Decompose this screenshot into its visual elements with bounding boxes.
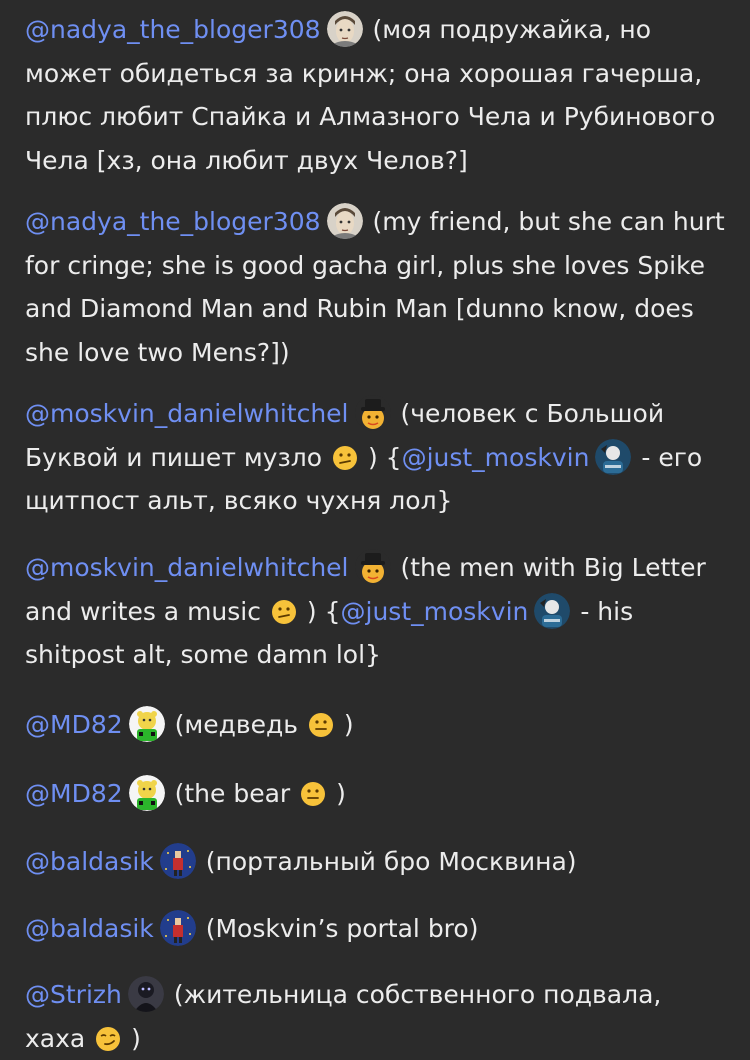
user-mention[interactable]: @nadya_the_bloger308 <box>25 207 321 236</box>
punctuation: ) <box>343 710 354 739</box>
mention-description: (медведь <box>174 710 299 739</box>
list-item: @nadya_the_bloger308 (моя подружайка, но… <box>25 8 725 182</box>
list-item: @baldasik (портальный бро Москвина) <box>25 840 725 884</box>
neutral-face-icon <box>300 781 326 807</box>
blue-portal-avatar-icon[interactable] <box>160 910 196 946</box>
punctuation: ) <box>336 779 346 808</box>
dark-character-avatar-icon[interactable] <box>534 593 570 629</box>
user-mention[interactable]: @nadya_the_bloger308 <box>25 15 321 44</box>
hat-character-avatar-icon[interactable] <box>355 395 391 431</box>
green-bear-avatar-icon[interactable] <box>129 775 165 811</box>
list-item: @moskvin_danielwhitchel (the men with Bi… <box>25 546 725 677</box>
list-item: @MD82 (медведь ) <box>25 703 725 747</box>
user-mention[interactable]: @baldasik <box>25 847 154 876</box>
mention-description: (Moskvin’s portal bro) <box>205 914 479 943</box>
list-item: @moskvin_danielwhitchel (человек с Больш… <box>25 392 725 523</box>
mention-description: (the bear <box>174 779 291 808</box>
user-mention[interactable]: @just_moskvin <box>402 443 590 472</box>
mention-description: (портальный бро Москвина) <box>205 847 577 876</box>
user-mention[interactable]: @Strizh <box>25 980 122 1009</box>
hat-character-avatar-icon[interactable] <box>355 549 391 585</box>
user-mention[interactable]: @MD82 <box>25 779 123 808</box>
punctuation: ) { <box>367 442 402 472</box>
confused-face-icon <box>271 599 297 625</box>
blue-portal-avatar-icon[interactable] <box>160 843 196 879</box>
smirking-face-icon <box>95 1026 121 1052</box>
punctuation: ) { <box>306 596 341 626</box>
list-item: @MD82 (the bear ) <box>25 772 725 816</box>
user-mention[interactable]: @MD82 <box>25 710 123 739</box>
list-item: @nadya_the_bloger308 (my friend, but she… <box>25 200 725 374</box>
green-bear-avatar-icon[interactable] <box>129 706 165 742</box>
dark-figure-avatar-icon[interactable] <box>128 976 164 1012</box>
neutral-face-icon <box>308 712 334 738</box>
dark-character-avatar-icon[interactable] <box>595 439 631 475</box>
portrait-avatar-icon[interactable] <box>327 203 363 239</box>
punctuation: ) <box>131 1023 141 1053</box>
user-mention[interactable]: @just_moskvin <box>341 597 529 626</box>
user-mention[interactable]: @baldasik <box>25 914 154 943</box>
list-item: @Strizh (жительница собственного подвала… <box>25 973 725 1060</box>
user-mention[interactable]: @moskvin_danielwhitchel <box>25 553 349 582</box>
list-item: @baldasik (Moskvin’s portal bro) <box>25 907 725 951</box>
user-mention[interactable]: @moskvin_danielwhitchel <box>25 399 349 428</box>
portrait-avatar-icon[interactable] <box>327 11 363 47</box>
confused-face-icon <box>332 445 358 471</box>
